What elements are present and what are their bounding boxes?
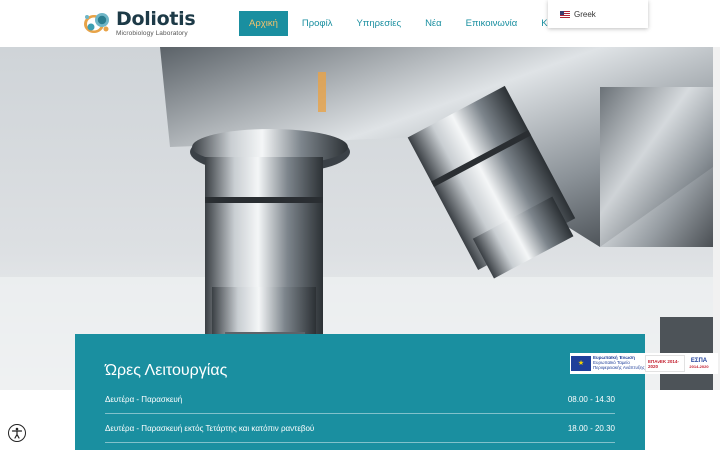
site-header: Doliotis Microbiology Laboratory Αρχική … xyxy=(0,0,720,47)
epanek-text: ΕΠΑνΕΚ 2014-2020 xyxy=(648,358,679,369)
main-nav: Αρχική Προφίλ Υπηρεσίες Νέα Επικοινωνία … xyxy=(239,11,584,36)
espa-years: 2014-2020 xyxy=(689,364,709,369)
nav-item-news[interactable]: Νέα xyxy=(415,11,452,36)
eu-subtext: Ευρωπαϊκό Ταμείο Περιφερειακής Ανάπτυξης xyxy=(593,360,645,370)
hours-time: 18.00 - 20.30 xyxy=(567,423,615,433)
espa-logo: ΕΣΠΑ 2014-2020 xyxy=(685,355,713,372)
accessibility-button[interactable] xyxy=(8,424,26,442)
language-label: Greek xyxy=(574,9,596,19)
hours-time: 08.00 - 14.30 xyxy=(567,394,615,404)
opening-hours-title: Ώρες Λειτουργίας xyxy=(105,362,228,379)
nav-item-profile[interactable]: Προφίλ xyxy=(292,11,343,36)
opening-hours-panel: Ώρες Λειτουργίας Δευτέρα - Παρασκευή 08.… xyxy=(75,334,645,450)
logo-bacteria-icon xyxy=(82,9,114,39)
nav-item-services[interactable]: Υπηρεσίες xyxy=(346,11,411,36)
language-switcher[interactable]: Greek xyxy=(548,0,648,28)
nav-item-contact[interactable]: Επικοινωνία xyxy=(456,11,528,36)
hours-row: Δευτέρα - Παρασκευή 08.00 - 14.30 xyxy=(105,385,615,414)
nav-item-home[interactable]: Αρχική xyxy=(239,11,288,36)
scrollbar[interactable] xyxy=(713,47,720,390)
us-flag-icon xyxy=(560,10,570,18)
eu-flag-icon xyxy=(571,356,591,371)
site-logo[interactable]: Doliotis Microbiology Laboratory xyxy=(82,7,196,41)
hours-row: Δευτέρα - Παρασκευή εκτός Τετάρτης και κ… xyxy=(105,414,615,443)
accessibility-icon xyxy=(11,427,23,439)
epanek-logo: ΕΠΑνΕΚ 2014-2020 xyxy=(645,355,685,372)
hours-days: Δευτέρα - Παρασκευή xyxy=(105,394,183,404)
hours-days: Δευτέρα - Παρασκευή εκτός Τετάρτης και κ… xyxy=(105,423,315,433)
logo-title: Doliotis xyxy=(116,8,196,31)
logo-subtitle: Microbiology Laboratory xyxy=(116,30,188,38)
eu-funding-banner[interactable]: Ευρωπαϊκή Ένωση Ευρωπαϊκό Ταμείο Περιφερ… xyxy=(570,353,718,374)
